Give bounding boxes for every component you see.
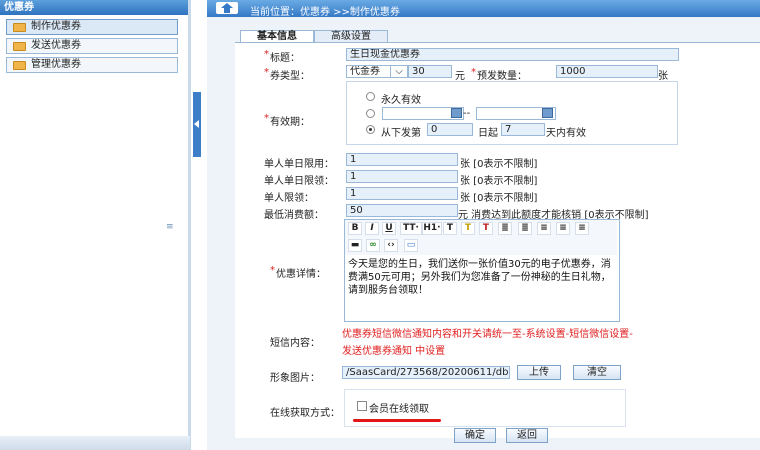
online-claim-checkbox[interactable] — [357, 401, 367, 411]
sidebar-item-label: 制作优惠券 — [31, 21, 81, 32]
coupon-type-label: 券类型： — [270, 71, 310, 82]
sidebar-item-send-coupon[interactable]: 发送优惠券 — [6, 38, 178, 54]
amount-unit: 元 — [455, 71, 465, 82]
font-color-button[interactable]: T — [443, 222, 457, 235]
min-spend-input[interactable]: 50 — [346, 204, 458, 217]
unlink-icon[interactable]: ‹› — [384, 239, 398, 252]
title-label: 标题： — [270, 53, 300, 64]
coupon-icon — [13, 61, 26, 70]
preissue-input[interactable]: 1000 — [556, 65, 658, 78]
panel-divider — [188, 0, 191, 450]
chevron-down-icon[interactable]: ⌵ — [390, 65, 408, 78]
calendar-icon[interactable] — [542, 108, 553, 118]
align-left-icon[interactable]: ≡ — [537, 222, 551, 235]
align-right-icon[interactable]: ≡ — [575, 222, 589, 235]
sidebar-item-make-coupon[interactable]: 制作优惠券 — [6, 19, 178, 35]
per-day-get-input[interactable]: 1 — [346, 170, 458, 183]
online-label: 在线获取方式： — [270, 408, 340, 419]
link-icon[interactable]: ∞ — [366, 239, 380, 252]
confirm-button[interactable]: 确定 — [454, 428, 496, 443]
coupon-icon — [13, 42, 26, 51]
image-path-input[interactable]: /SaasCard/273568/20200611/db97312 — [342, 366, 510, 379]
validity-from-issue-radio[interactable] — [366, 125, 375, 134]
sidebar-item-manage-coupon[interactable]: 管理优惠券 — [6, 57, 178, 73]
left-panel-footer — [0, 436, 190, 450]
from-issue-input[interactable]: 0 — [427, 123, 473, 136]
breadcrumb: 当前位置：优惠券 >>制作优惠券 — [250, 7, 400, 18]
per-use-input[interactable]: 1 — [346, 153, 458, 166]
remove-format-button[interactable]: T — [479, 222, 493, 235]
validity-forever-radio[interactable] — [366, 92, 375, 101]
splitter-grip-icon[interactable]: ≡ — [166, 223, 174, 232]
min-spend-label: 最低消费额： — [264, 210, 324, 221]
required-mark: * — [264, 67, 269, 78]
preissue-label: 预发数量： — [477, 71, 527, 82]
home-icon[interactable] — [216, 2, 238, 14]
sidebar-item-label: 管理优惠券 — [31, 59, 81, 70]
outdent-icon[interactable]: ≣ — [498, 222, 512, 235]
left-panel-title: 优惠券 — [4, 2, 34, 13]
left-panel-header: 优惠券 — [0, 0, 190, 15]
valid-days-input[interactable]: 7 — [501, 123, 545, 136]
from-issue-label: 从下发第 — [381, 128, 421, 139]
upload-button[interactable]: 上传 — [517, 365, 561, 380]
per-get-hint: 张 [0表示不限制] — [460, 193, 538, 204]
italic-button[interactable]: I — [365, 222, 379, 235]
heading-button[interactable]: H1· — [422, 222, 442, 235]
font-size-button[interactable]: TT· — [400, 222, 422, 235]
required-mark: * — [264, 49, 269, 60]
per-day-get-label: 单人单日限领： — [264, 176, 334, 187]
day-start-label: 日起 — [478, 128, 498, 139]
per-get-label: 单人限领： — [264, 193, 314, 204]
online-claim-label: 会员在线领取 — [369, 404, 429, 415]
collapse-sidebar-button[interactable] — [193, 92, 201, 157]
detail-label: 优惠详情： — [276, 269, 326, 280]
editor-content[interactable]: 今天是您的生日，我们送你一张价值30元的电子优惠券，消费满50元可用；另外我们为… — [348, 258, 614, 297]
per-use-hint: 张 [0表示不限制] — [460, 159, 538, 170]
clear-button[interactable]: 清空 — [573, 365, 621, 380]
underline-button[interactable]: U — [382, 222, 396, 235]
title-input[interactable]: 生日现金优惠券 — [346, 48, 679, 61]
indent-icon[interactable]: ≣ — [518, 222, 532, 235]
sidebar-item-label: 发送优惠券 — [31, 40, 81, 51]
horizontal-rule-icon[interactable]: ▬ — [348, 239, 362, 252]
sms-notice-line2: 发送优惠券通知 中设置 — [342, 346, 446, 357]
valid-days-suffix: 天内有效 — [546, 128, 586, 139]
range-separator: -- — [463, 108, 471, 119]
validity-range-radio[interactable] — [366, 109, 375, 118]
validity-forever-label: 永久有效 — [381, 95, 421, 106]
required-mark: * — [471, 67, 476, 78]
highlight-button[interactable]: T — [461, 222, 475, 235]
sms-notice-line1: 优惠券短信微信通知内容和开关请统一至-系统设置-短信微信设置- — [342, 329, 633, 340]
per-get-input[interactable]: 1 — [346, 187, 458, 200]
preissue-unit: 张 — [658, 71, 668, 82]
bold-button[interactable]: B — [348, 222, 362, 235]
align-center-icon[interactable]: ≡ — [556, 222, 570, 235]
per-day-get-hint: 张 [0表示不限制] — [460, 176, 538, 187]
image-label: 形象图片： — [270, 373, 320, 384]
back-button[interactable]: 返回 — [506, 428, 548, 443]
coupon-amount-input[interactable]: 30 — [408, 65, 452, 78]
required-mark: * — [264, 113, 269, 124]
calendar-icon[interactable] — [451, 108, 462, 118]
red-underline — [353, 419, 441, 422]
validity-label: 有效期： — [270, 117, 310, 128]
per-use-label: 单人单日限用： — [264, 159, 334, 170]
image-icon[interactable]: ▭ — [404, 239, 418, 252]
sms-label: 短信内容： — [270, 338, 320, 349]
coupon-icon — [13, 23, 26, 32]
required-mark: * — [270, 265, 275, 276]
coupon-type-select[interactable]: 代金券 — [346, 65, 392, 78]
